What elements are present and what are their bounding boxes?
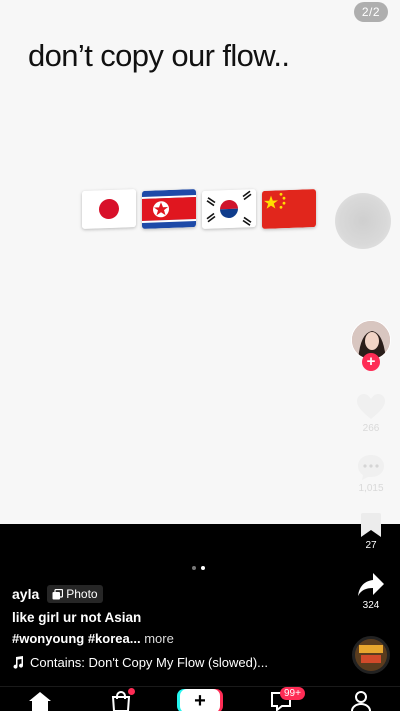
post-photo[interactable]: 2/2 don’t copy our flow..	[0, 0, 400, 524]
hashtags-text[interactable]: #wonyoung #korea...	[12, 631, 141, 646]
music-disc[interactable]	[352, 636, 390, 674]
carousel-dot-active	[201, 566, 205, 570]
comment-button[interactable]: 1,015	[351, 453, 391, 494]
home-icon	[29, 692, 51, 711]
inbox-tab[interactable]: 99+	[270, 687, 305, 711]
music-note-icon	[13, 656, 24, 669]
carousel-dot	[192, 566, 196, 570]
flag-japan-icon	[82, 189, 136, 229]
flag-north-korea-icon	[142, 189, 196, 229]
profile-tab[interactable]	[350, 691, 372, 711]
shop-tab[interactable]	[110, 688, 135, 711]
share-count: 324	[362, 600, 380, 611]
author-row: ayla Photo	[12, 585, 103, 603]
profile-icon	[351, 691, 371, 711]
hashtags[interactable]: #wonyoung #korea... more	[12, 631, 174, 646]
post-caption: like girl ur not Asian	[12, 610, 142, 625]
share-button[interactable]: 324	[351, 572, 391, 611]
bookmark-icon	[361, 513, 381, 537]
home-tab[interactable]	[28, 691, 52, 711]
flags-row	[82, 189, 316, 229]
username[interactable]: ayla	[12, 586, 39, 602]
like-button[interactable]: 266	[351, 393, 391, 434]
music-info[interactable]: Contains: Don't Copy My Flow (slowed)...	[12, 655, 268, 670]
creator-avatar[interactable]: +	[351, 320, 391, 371]
comment-icon	[358, 455, 384, 480]
bottom-navbar: + 99+	[0, 686, 400, 711]
create-button[interactable]: +	[180, 689, 220, 711]
like-count: 266	[362, 423, 380, 434]
photo-stack-icon	[52, 588, 64, 599]
page-counter: 2/2	[353, 2, 388, 22]
music-title: Contains: Don't Copy My Flow (slowed)...	[30, 655, 269, 670]
blurred-overlay-circle	[335, 193, 391, 249]
flag-south-korea-icon	[202, 189, 256, 229]
shop-notification-dot	[128, 688, 135, 695]
share-arrow-icon	[358, 573, 384, 596]
inbox-badge: 99+	[280, 687, 305, 700]
more-link[interactable]: more	[144, 631, 174, 646]
photo-badge: Photo	[47, 585, 103, 603]
follow-button[interactable]: +	[362, 353, 380, 371]
post-headline: don’t copy our flow..	[28, 38, 290, 73]
flag-china-icon	[262, 189, 316, 229]
heart-icon	[357, 394, 385, 419]
save-count: 27	[365, 540, 377, 551]
save-button[interactable]: 27	[351, 512, 391, 551]
photo-badge-label: Photo	[66, 587, 98, 601]
carousel-dots	[192, 566, 205, 570]
comment-count: 1,015	[358, 483, 384, 494]
